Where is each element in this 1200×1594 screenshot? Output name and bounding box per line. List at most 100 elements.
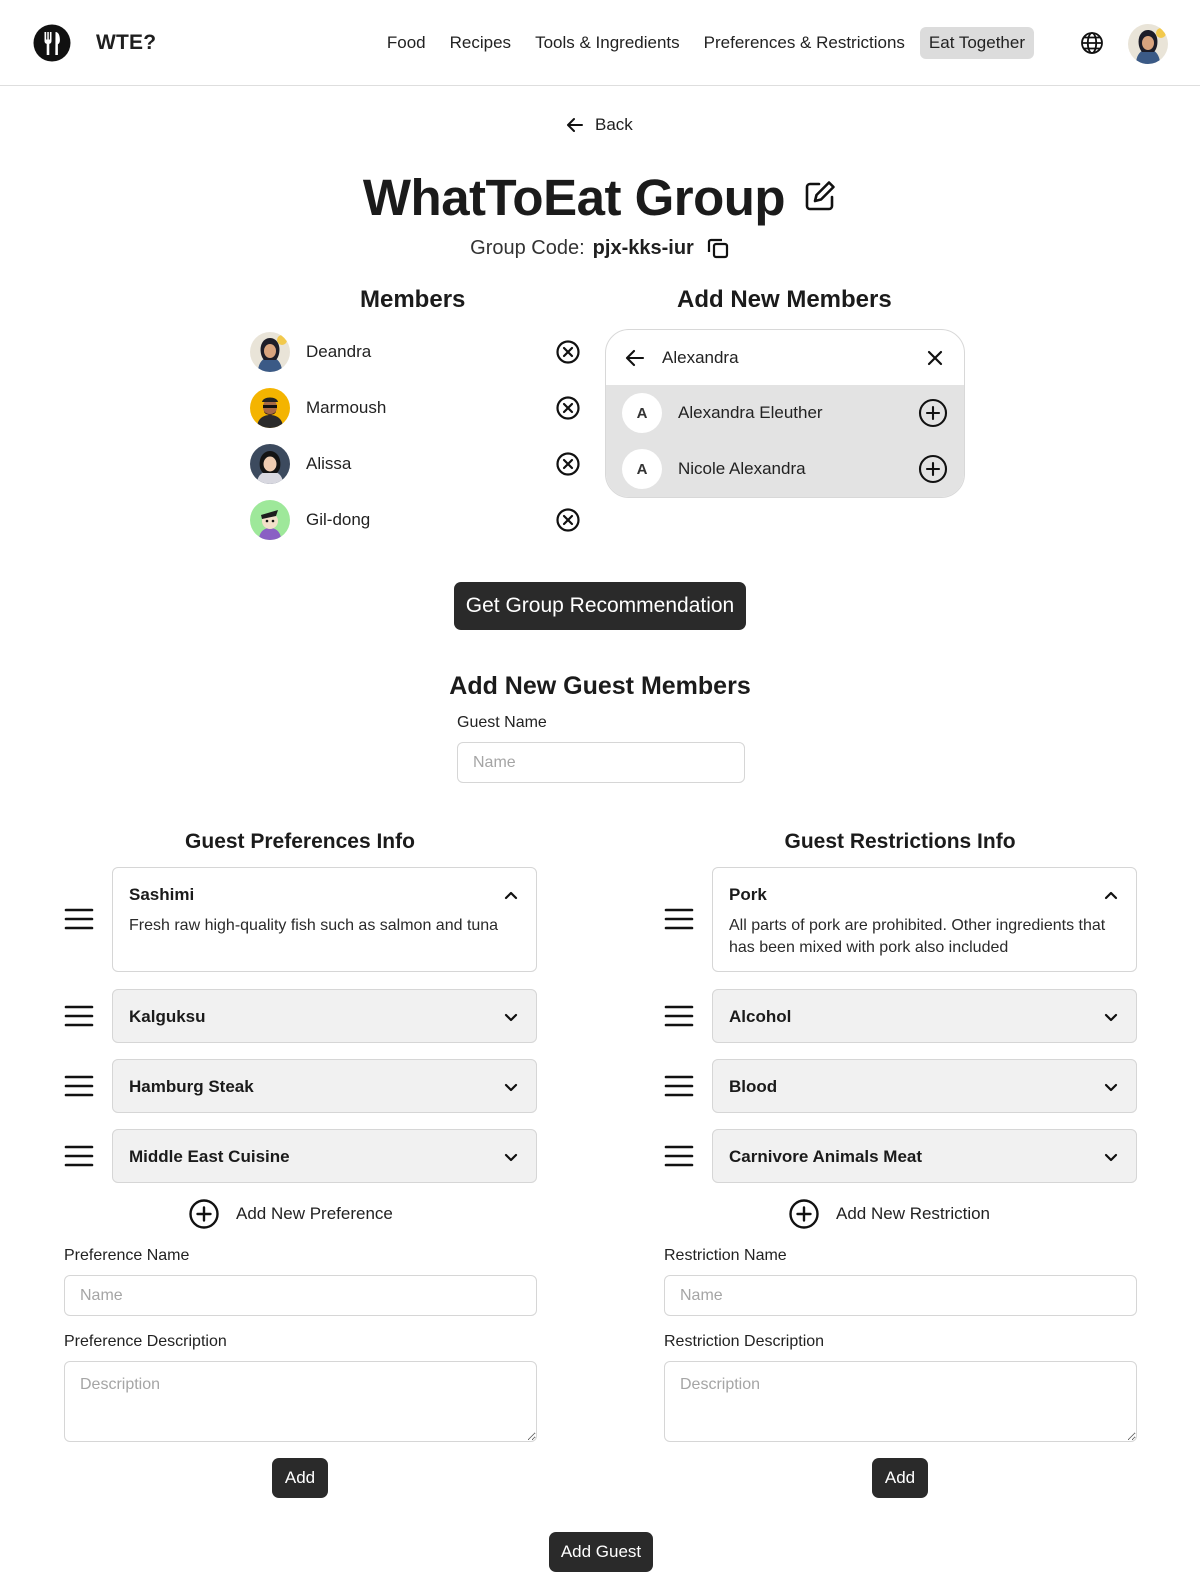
main-nav: Food Recipes Tools & Ingredients Prefere… bbox=[378, 27, 1034, 59]
preference-description-input[interactable] bbox=[64, 1361, 537, 1442]
restriction-description-input[interactable] bbox=[664, 1361, 1137, 1442]
brand-name[interactable]: WTE? bbox=[96, 31, 156, 55]
restriction-name: Carnivore Animals Meat bbox=[729, 1147, 923, 1166]
restriction-name: Blood bbox=[729, 1077, 778, 1096]
chevron-down-icon[interactable] bbox=[502, 1008, 520, 1026]
member-name: Deandra bbox=[306, 342, 372, 361]
add-member-icon[interactable] bbox=[918, 454, 948, 484]
copy-icon[interactable] bbox=[706, 236, 730, 260]
member-search-input[interactable] bbox=[662, 347, 924, 368]
preference-card[interactable]: Middle East Cuisine bbox=[112, 1129, 537, 1183]
add-preference-button[interactable]: Add bbox=[272, 1458, 328, 1498]
restriction-name: Pork bbox=[729, 885, 767, 904]
restriction-name-input[interactable] bbox=[664, 1275, 1137, 1316]
remove-member-icon[interactable] bbox=[555, 395, 581, 421]
remove-member-icon[interactable] bbox=[555, 451, 581, 477]
plus-circle-icon bbox=[188, 1198, 220, 1230]
drag-handle-icon[interactable] bbox=[64, 1074, 94, 1098]
preference-name-input[interactable] bbox=[64, 1275, 537, 1316]
drag-handle-icon[interactable] bbox=[664, 1144, 694, 1168]
preference-description: Fresh raw high-quality fish such as salm… bbox=[129, 917, 499, 934]
edit-icon[interactable] bbox=[803, 179, 837, 213]
nav-food[interactable]: Food bbox=[378, 27, 435, 59]
member-item: Marmoush bbox=[250, 380, 580, 436]
group-code-row: Group Code: pjx-kks-iur bbox=[0, 236, 1200, 260]
drag-handle-icon[interactable] bbox=[664, 907, 694, 931]
member-search-panel: A Alexandra Eleuther A Nicole Alexandra bbox=[605, 329, 965, 498]
member-item: Alissa bbox=[250, 436, 580, 492]
chevron-down-icon[interactable] bbox=[1102, 1078, 1120, 1096]
globe-icon[interactable] bbox=[1080, 31, 1104, 55]
nav-tools-ingredients[interactable]: Tools & Ingredients bbox=[526, 27, 689, 59]
logo-icon[interactable] bbox=[33, 24, 71, 62]
guest-name-label: Guest Name bbox=[457, 714, 547, 731]
member-name: Alissa bbox=[306, 454, 352, 473]
member-avatar bbox=[250, 444, 290, 484]
add-guest-button[interactable]: Add Guest bbox=[549, 1532, 653, 1572]
arrow-left-icon bbox=[565, 115, 585, 135]
search-result-item[interactable]: A Alexandra Eleuther bbox=[606, 385, 964, 441]
result-initial-avatar: A bbox=[622, 449, 662, 489]
member-search-bar bbox=[606, 330, 964, 385]
nav-eat-together[interactable]: Eat Together bbox=[919, 27, 1034, 59]
remove-member-icon[interactable] bbox=[555, 339, 581, 365]
member-avatar bbox=[250, 332, 290, 372]
preference-name-label: Preference Name bbox=[64, 1247, 190, 1264]
restriction-description: All parts of pork are prohibited. Other … bbox=[729, 917, 1106, 956]
group-code-label: Group Code: bbox=[470, 236, 585, 259]
preference-card[interactable]: Kalguksu bbox=[112, 989, 537, 1043]
page-title: WhatToEat Group bbox=[362, 169, 786, 226]
chevron-down-icon[interactable] bbox=[502, 1148, 520, 1166]
add-new-restriction-label: Add New Restriction bbox=[836, 1204, 991, 1223]
member-name: Gil-dong bbox=[306, 510, 371, 529]
restriction-description-label: Restriction Description bbox=[664, 1333, 825, 1350]
preference-description-label: Preference Description bbox=[64, 1333, 227, 1350]
nav-preferences-restrictions[interactable]: Preferences & Restrictions bbox=[695, 27, 914, 59]
group-title-row: WhatToEat Group bbox=[0, 168, 1200, 227]
member-name: Marmoush bbox=[306, 398, 387, 417]
add-new-preference-label: Add New Preference bbox=[236, 1204, 393, 1223]
guest-name-input[interactable] bbox=[457, 742, 745, 783]
preference-card[interactable]: Hamburg Steak bbox=[112, 1059, 537, 1113]
drag-handle-icon[interactable] bbox=[64, 907, 94, 931]
arrow-left-icon[interactable] bbox=[624, 347, 646, 369]
chevron-down-icon[interactable] bbox=[502, 1078, 520, 1096]
guest-members-heading: Add New Guest Members bbox=[449, 672, 751, 700]
member-item: Gil-dong bbox=[250, 492, 580, 548]
back-link[interactable]: Back bbox=[565, 115, 633, 135]
close-icon[interactable] bbox=[924, 347, 946, 369]
add-members-heading: Add New Members bbox=[677, 286, 892, 313]
top-navbar: WTE? Food Recipes Tools & Ingredients Pr… bbox=[0, 0, 1200, 86]
restriction-card[interactable]: Alcohol bbox=[712, 989, 1137, 1043]
drag-handle-icon[interactable] bbox=[664, 1074, 694, 1098]
add-new-preference-button[interactable]: Add New Preference bbox=[188, 1198, 393, 1230]
result-name: Nicole Alexandra bbox=[678, 459, 806, 478]
restriction-card[interactable]: Blood bbox=[712, 1059, 1137, 1113]
chevron-up-icon[interactable] bbox=[502, 886, 520, 904]
restriction-card[interactable]: Pork All parts of pork are prohibited. O… bbox=[712, 867, 1137, 972]
chevron-down-icon[interactable] bbox=[1102, 1008, 1120, 1026]
drag-handle-icon[interactable] bbox=[664, 1004, 694, 1028]
drag-handle-icon[interactable] bbox=[64, 1004, 94, 1028]
search-result-item[interactable]: A Nicole Alexandra bbox=[606, 441, 964, 497]
restriction-card[interactable]: Carnivore Animals Meat bbox=[712, 1129, 1137, 1183]
preference-card[interactable]: Sashimi Fresh raw high-quality fish such… bbox=[112, 867, 537, 972]
chevron-down-icon[interactable] bbox=[1102, 1148, 1120, 1166]
members-heading: Members bbox=[360, 286, 466, 313]
preference-name: Hamburg Steak bbox=[129, 1077, 254, 1096]
restriction-name: Alcohol bbox=[729, 1007, 792, 1026]
add-member-icon[interactable] bbox=[918, 398, 948, 428]
add-new-restriction-button[interactable]: Add New Restriction bbox=[788, 1198, 990, 1230]
add-restriction-button[interactable]: Add bbox=[872, 1458, 928, 1498]
get-group-recommendation-button[interactable]: Get Group Recommendation bbox=[454, 582, 746, 630]
restriction-name-label: Restriction Name bbox=[664, 1247, 787, 1264]
member-search-results: A Alexandra Eleuther A Nicole Alexandra bbox=[606, 385, 964, 497]
chevron-up-icon[interactable] bbox=[1102, 886, 1120, 904]
plus-circle-icon bbox=[788, 1198, 820, 1230]
user-avatar[interactable] bbox=[1128, 24, 1168, 64]
member-avatar bbox=[250, 500, 290, 540]
drag-handle-icon[interactable] bbox=[64, 1144, 94, 1168]
remove-member-icon[interactable] bbox=[555, 507, 581, 533]
member-list: Deandra Marmoush Alissa Gil-dong bbox=[250, 324, 580, 548]
nav-recipes[interactable]: Recipes bbox=[441, 27, 520, 59]
